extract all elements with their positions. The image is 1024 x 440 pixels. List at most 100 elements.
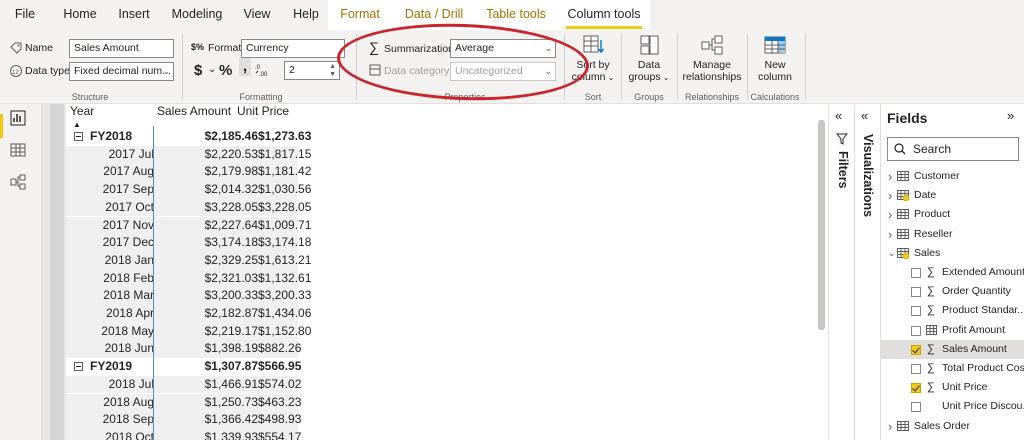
matrix-row[interactable]: 2017 Jul $2,220.53 $1,817.15 <box>66 145 311 164</box>
canvas-scrollbar[interactable] <box>818 120 825 330</box>
matrix-cell-unit-price: $1,434.06 <box>258 306 312 320</box>
matrix-row[interactable]: 2018 Sep $1,366.42 $498.93 <box>66 411 301 429</box>
decimal-places-icon[interactable]: .0.00 <box>255 63 271 77</box>
tab-modeling[interactable]: Modeling <box>166 0 228 30</box>
field-table-customer[interactable]: › Customer <box>881 167 1024 186</box>
field-item-extended-amount[interactable]: ∑ Extended Amount <box>881 263 1024 282</box>
matrix-row[interactable]: 2018 Aug $1,250.73 $463.23 <box>66 393 301 412</box>
field-checkbox[interactable] <box>911 383 921 394</box>
matrix-row[interactable]: 2017 Aug $2,179.98 $1,181.42 <box>66 163 312 182</box>
chevron-right-icon[interactable]: › <box>888 417 892 436</box>
manage-relationships-label-1: Manage <box>693 59 731 71</box>
field-item-order-quantity[interactable]: ∑ Order Quantity <box>881 282 1024 301</box>
percent-button[interactable]: % <box>219 62 232 79</box>
matrix-row[interactable]: 2018 Feb $2,321.03 $1,132.61 <box>66 269 311 288</box>
chevron-down-icon[interactable]: ⌄ <box>208 64 216 75</box>
matrix-row[interactable]: 2018 Jul $1,466.91 $574.02 <box>66 375 301 394</box>
sort-by-column-button[interactable]: Sort by column ⌄ <box>570 34 616 84</box>
matrix-row[interactable]: 2018 May $2,219.17 $1,152.80 <box>66 322 311 341</box>
tab-format[interactable]: Format <box>332 0 388 30</box>
field-checkbox[interactable] <box>911 306 921 317</box>
matrix-row[interactable]: 2017 Dec $3,174.18 $3,174.18 <box>66 234 311 252</box>
chevron-right-icon[interactable]: › <box>888 167 892 186</box>
field-checkbox[interactable] <box>911 325 921 336</box>
visualizations-pane[interactable]: « Visualizations <box>854 104 880 440</box>
matrix-row[interactable]: 2018 Jun $1,398.19 $882.26 <box>66 340 301 359</box>
field-item-total-product-cost[interactable]: ∑ Total Product Cost <box>881 359 1024 378</box>
summarization-select[interactable]: Average ⌄ <box>450 39 556 58</box>
matrix-header-sales-amount[interactable]: Sales Amount <box>157 104 231 126</box>
report-view-icon[interactable] <box>10 110 26 126</box>
tab-table-tools[interactable]: Table tools <box>480 0 552 30</box>
collapse-right-icon[interactable]: » <box>1007 108 1014 123</box>
currency-button[interactable]: $ <box>194 62 202 79</box>
expand-left-icon[interactable]: « <box>835 108 842 123</box>
field-checkbox[interactable] <box>911 287 921 298</box>
field-table-sales[interactable]: ⌄ Sales <box>881 244 1024 263</box>
tab-home[interactable]: Home <box>58 0 102 30</box>
stepper-arrows-icon[interactable]: ▲ ▼ <box>329 63 336 79</box>
decimal-places-stepper[interactable]: 2 ▲ ▼ <box>284 61 340 80</box>
sigma-icon: ∑ <box>369 39 379 55</box>
tab-column-tools[interactable]: Column tools <box>562 0 646 30</box>
matrix-row[interactable]: 2018 Apr $2,182.87 $1,434.06 <box>66 305 312 323</box>
chevron-down-icon[interactable]: ⌄ <box>888 244 896 263</box>
chevron-right-icon[interactable]: › <box>888 205 892 224</box>
model-view-icon[interactable] <box>10 174 26 190</box>
expand-left-icon[interactable]: « <box>861 108 868 123</box>
data-type-select[interactable]: Fixed decimal num... ⌄ <box>69 62 174 81</box>
data-category-select[interactable]: Uncategorized ⌄ <box>450 62 556 81</box>
matrix-row[interactable]: 2017 Oct $3,228.05 $3,228.05 <box>66 198 311 217</box>
active-view-indicator <box>0 114 3 138</box>
field-item-profit-amount[interactable]: Profit Amount <box>881 321 1024 340</box>
chevron-right-icon[interactable]: › <box>888 225 892 244</box>
tab-data-drill[interactable]: Data / Drill <box>398 0 470 30</box>
field-table-sales-order[interactable]: › Sales Order <box>881 417 1024 436</box>
field-checkbox[interactable] <box>911 364 921 374</box>
matrix-cell-year: 2017 Sep <box>102 182 154 197</box>
field-item-unit-price[interactable]: ∑ Unit Price <box>881 378 1024 397</box>
matrix-group-row[interactable]: FY2018 $2,185.46 $1,273.63 <box>66 128 311 146</box>
collapse-icon[interactable] <box>74 362 83 372</box>
name-label: Name <box>25 42 54 54</box>
matrix-header-unit-price[interactable]: Unit Price <box>237 104 289 126</box>
name-field[interactable]: Sales Amount <box>69 39 174 58</box>
tab-file[interactable]: File <box>10 0 40 30</box>
table-icon <box>897 228 909 239</box>
matrix-cell-sales-amount: $3,228.05 <box>204 199 258 214</box>
field-item-unit-price-discou[interactable]: Unit Price Discou... <box>881 397 1024 416</box>
svg-text:.0: .0 <box>255 65 261 71</box>
tab-help[interactable]: Help <box>286 0 326 30</box>
group-title-groups: Groups <box>634 92 664 102</box>
tab-view[interactable]: View <box>238 0 276 30</box>
tab-insert[interactable]: Insert <box>112 0 156 30</box>
field-checkbox[interactable] <box>911 268 921 278</box>
data-type-label: Data type <box>25 65 70 77</box>
matrix-row[interactable]: 2017 Nov $2,227.64 $1,009.71 <box>66 216 311 235</box>
filters-pane[interactable]: « Filters <box>828 104 854 440</box>
field-table-product[interactable]: › Product <box>881 205 1024 224</box>
matrix-row[interactable]: 2018 Oct $1,339.93 $554.17 <box>66 428 301 440</box>
field-item-sales-amount[interactable]: ∑ Sales Amount <box>881 339 1024 359</box>
matrix-row[interactable]: 2018 Jan $2,329.25 $1,613.21 <box>66 251 311 270</box>
matrix-cell-unit-price: $1,181.42 <box>258 164 312 179</box>
matrix-group-row[interactable]: FY2019 $1,307.87 $566.95 <box>66 358 301 376</box>
comma-button[interactable]: , <box>239 58 251 76</box>
field-checkbox[interactable] <box>911 344 921 355</box>
name-tag-icon <box>10 42 22 54</box>
field-item-product-standar[interactable]: ∑ Product Standar... <box>881 301 1024 320</box>
data-view-icon[interactable] <box>10 142 26 158</box>
chevron-right-icon[interactable]: › <box>888 186 892 205</box>
matrix-row[interactable]: 2018 Mar $3,200.33 $3,200.33 <box>66 287 311 305</box>
field-table-date[interactable]: › Date <box>881 186 1024 205</box>
data-groups-button[interactable]: Data groups ⌄ <box>626 34 672 84</box>
matrix-row[interactable]: 2017 Sep $2,014.32 $1,030.56 <box>66 181 311 199</box>
field-table-reseller[interactable]: › Reseller <box>881 225 1024 244</box>
new-column-button[interactable]: New column <box>750 34 800 83</box>
manage-relationships-button[interactable]: Manage relationships <box>680 34 744 83</box>
matrix-cell-year: 2018 Jun <box>104 341 154 356</box>
field-checkbox[interactable] <box>911 402 921 413</box>
format-select[interactable]: Currency <box>241 39 345 58</box>
fields-search-input[interactable]: Search <box>887 137 1019 161</box>
collapse-icon[interactable] <box>74 132 83 141</box>
